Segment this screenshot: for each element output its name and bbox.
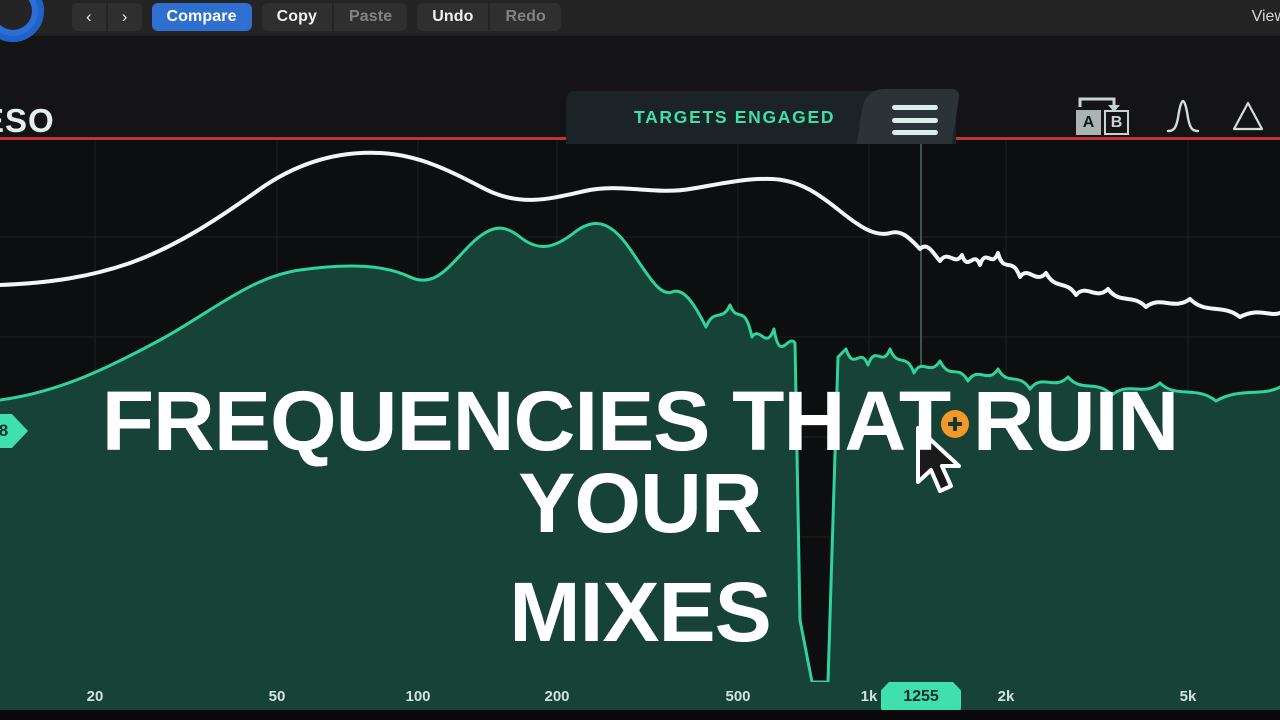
freq-tick-200: 200: [544, 688, 570, 705]
gain-readout-value: .8: [0, 421, 9, 440]
hamburger-bar: [892, 105, 938, 110]
hamburger-menu-icon[interactable]: [892, 105, 938, 135]
clipboard-button-group: Copy Paste: [261, 3, 408, 31]
bottom-bar: [0, 710, 1280, 720]
targets-engaged-panel: TARGETS ENGAGED: [566, 89, 961, 144]
freq-tick-5k: 5k: [1179, 688, 1197, 705]
undo-button[interactable]: Undo: [417, 3, 488, 31]
ab-copy-icon[interactable]: A B: [1074, 96, 1136, 136]
ab-slot-a-label: A: [1076, 110, 1101, 135]
freq-tick-500: 500: [725, 688, 751, 705]
preset-prev-button[interactable]: ‹: [72, 3, 106, 31]
view-menu-label: View: [1251, 8, 1280, 25]
plugin-logo: ESO: [0, 102, 55, 139]
redo-button[interactable]: Redo: [490, 3, 560, 31]
freq-tick-2k: 2k: [997, 688, 1015, 705]
compare-button-group: Compare: [151, 3, 252, 31]
mouse-pointer-icon: [916, 426, 961, 493]
nav-button-group: ‹ ›: [72, 3, 142, 31]
history-button-group: Undo Redo: [417, 3, 561, 31]
delta-triangle-icon[interactable]: [1230, 98, 1266, 134]
header-icon-group: A B: [1074, 96, 1266, 136]
copy-button[interactable]: Copy: [262, 3, 332, 31]
ab-slot-b-label: B: [1104, 110, 1129, 135]
plugin-header: ESO TARGETS ENGAGED A B: [0, 34, 1280, 144]
frequency-readout-badge[interactable]: 1255: [881, 682, 961, 712]
freq-tick-50: 50: [268, 688, 286, 705]
spectrum-analyzer[interactable]: .8: [0, 137, 1280, 682]
plugin-screen: ‹ › Compare Copy Paste Undo Redo View ES…: [0, 0, 1280, 720]
freq-tick-100: 100: [405, 688, 431, 705]
freq-tick-1k: 1k: [860, 688, 878, 705]
frequency-readout-value: 1255: [903, 688, 939, 705]
freq-tick-20: 20: [86, 688, 104, 705]
hamburger-bar: [892, 117, 938, 123]
spectrum-graph: [0, 137, 1280, 682]
view-menu-button[interactable]: View: [1252, 0, 1280, 34]
compare-button[interactable]: Compare: [151, 3, 252, 31]
preset-next-button[interactable]: ›: [108, 3, 142, 31]
paste-button[interactable]: Paste: [334, 3, 407, 31]
targets-engaged-label: TARGETS ENGAGED: [634, 107, 836, 127]
host-toolbar: ‹ › Compare Copy Paste Undo Redo View: [0, 0, 1280, 34]
bell-curve-icon[interactable]: [1166, 98, 1200, 134]
hamburger-bar: [892, 130, 938, 135]
